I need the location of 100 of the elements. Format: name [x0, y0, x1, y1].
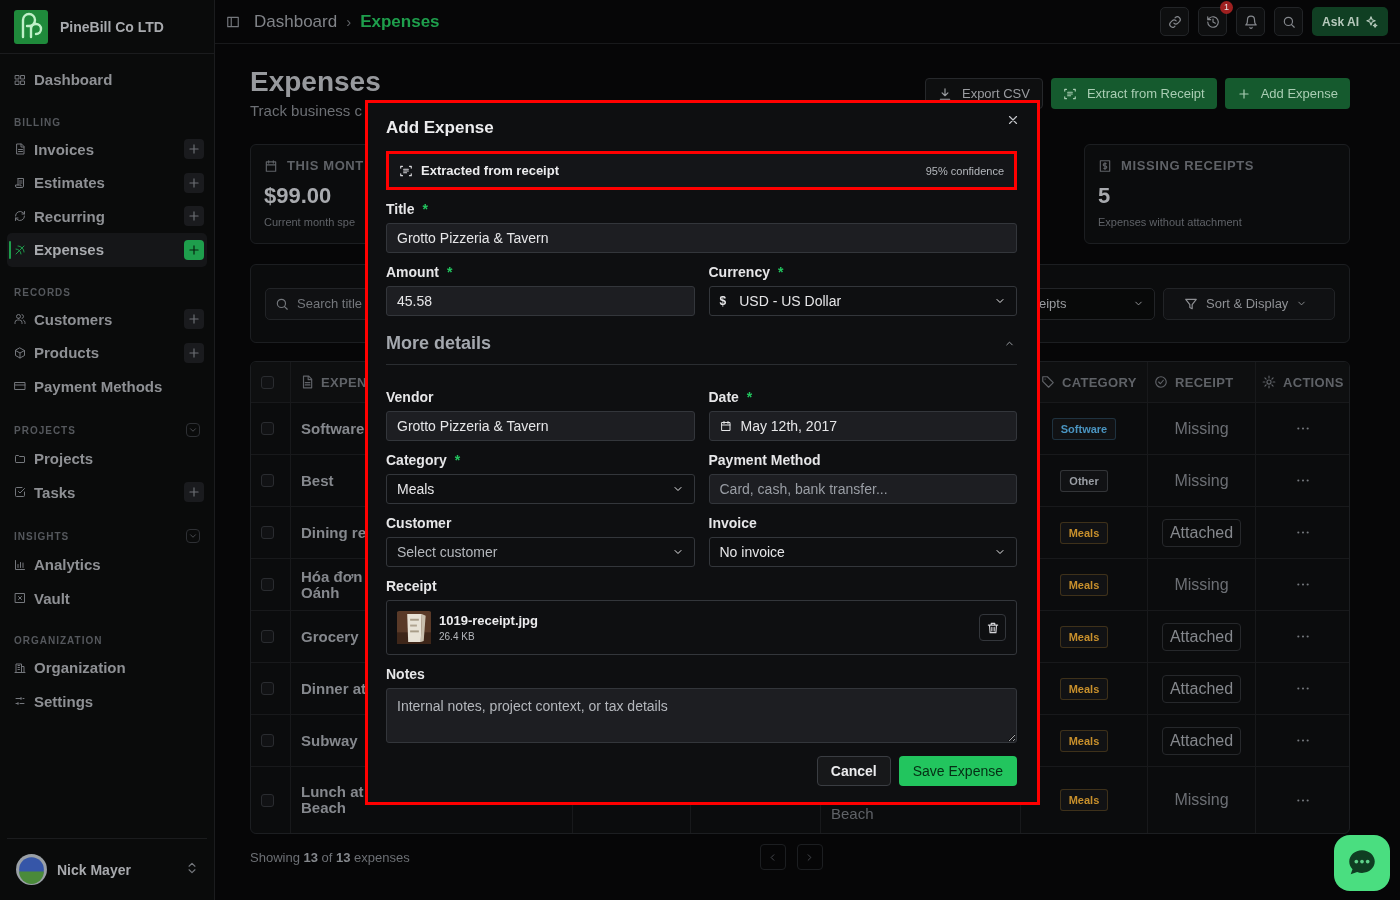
sidebar-item[interactable]: Organization: [14, 659, 126, 677]
field-label: Amount: [386, 264, 439, 280]
expense-title: Subway: [301, 732, 358, 749]
receipt-status: Attached: [1161, 518, 1242, 547]
select-field[interactable]: No invoice: [708, 537, 1017, 567]
input-field[interactable]: Card, cash, bank transfer...: [708, 474, 1017, 504]
file-name: 1019-receipt.jpg: [439, 613, 538, 628]
section-heading: RECORDS: [14, 286, 71, 298]
notes-field[interactable]: Internal notes, project context, or tax details: [386, 688, 1017, 743]
field-label: Date: [708, 389, 739, 405]
stat-note: Expenses without attachment: [1098, 216, 1242, 228]
action-button[interactable]: Extract from Receipt: [1050, 78, 1217, 109]
file-size: 26.4 KB: [439, 631, 475, 642]
page-subtitle: Track business c: [250, 102, 363, 119]
sort-display-button[interactable]: Sort & Display: [1163, 287, 1335, 320]
table-cell: Beach: [831, 805, 874, 822]
field-label: Customer: [386, 515, 452, 531]
expense-title: Software: [301, 420, 365, 437]
receipt-status: Missing: [1173, 418, 1230, 439]
page-title: Expenses: [250, 66, 381, 98]
select-field[interactable]: Meals: [386, 474, 695, 504]
cancel-button[interactable]: Cancel: [816, 756, 891, 786]
column-header: ACTIONS: [1283, 374, 1344, 390]
banner-text: Extracted from receipt: [421, 163, 560, 178]
expense-title: Best: [301, 472, 334, 489]
field-label: Currency: [708, 264, 770, 280]
company-name: PineBill Co LTD: [60, 18, 164, 35]
expense-title: Dining re: [301, 524, 366, 541]
action-button[interactable]: Add Expense: [1224, 78, 1350, 109]
column-header: EXPEN: [321, 374, 367, 390]
required-mark: *: [777, 264, 784, 280]
category-tag: Meals: [1059, 789, 1109, 811]
sidebar-item[interactable]: Estimates: [14, 174, 105, 192]
stat-label: MISSING RECEIPTS: [1121, 158, 1255, 173]
stat-label: THIS MONT: [287, 158, 364, 173]
sidebar-item[interactable]: Customers: [14, 310, 113, 328]
sidebar-item[interactable]: Dashboard: [14, 71, 113, 89]
receipt-status: Attached: [1161, 726, 1242, 755]
save-button[interactable]: Save Expense: [898, 756, 1017, 786]
stat-value: $99.00: [264, 183, 332, 209]
field-label: Payment Method: [708, 452, 821, 468]
category-tag: Meals: [1059, 729, 1109, 752]
column-header: CATEGORY: [1062, 374, 1137, 390]
user-name: Nick Mayer: [57, 861, 132, 878]
expense-title: Lunch at Beach: [301, 784, 364, 816]
required-mark: *: [454, 452, 461, 468]
notification-badge: 1: [1220, 1, 1234, 14]
receipt-status: Missing: [1173, 574, 1230, 595]
category-tag: Meals: [1059, 573, 1109, 596]
category-tag: Software: [1051, 417, 1117, 440]
sidebar-item[interactable]: Recurring: [14, 207, 105, 225]
required-mark: *: [422, 201, 428, 217]
field-label: Vendor: [386, 389, 434, 405]
required-mark: *: [746, 389, 753, 405]
results-count: Showing 13 of 13 expenses: [250, 849, 410, 865]
receipt-status: Missing: [1173, 790, 1230, 810]
section-heading: INSIGHTS: [14, 530, 70, 542]
ask-ai-button[interactable]: Ask AI: [1312, 7, 1388, 36]
breadcrumb-link[interactable]: Dashboard: [254, 11, 338, 32]
stat-value: 5: [1098, 183, 1111, 209]
expense-title: Grocery: [301, 628, 359, 645]
category-tag: Meals: [1059, 625, 1109, 648]
stat-note: Current month spe: [264, 216, 356, 228]
select-field[interactable]: $ USD - US Dollar: [708, 286, 1017, 316]
field-label: Notes: [386, 666, 425, 682]
field-label: Title: [386, 201, 415, 217]
receipt-status: Missing: [1173, 470, 1230, 491]
sidebar-item[interactable]: Vault: [14, 589, 70, 607]
expense-title: Dinner at: [301, 680, 366, 697]
field-label: Invoice: [708, 515, 757, 531]
field-label: Receipt: [386, 578, 437, 594]
sidebar-item[interactable]: Tasks: [14, 483, 76, 501]
breadcrumb-link[interactable]: Expenses: [360, 11, 440, 32]
field-label: Category: [386, 452, 447, 468]
section-heading: ORGANIZATION: [14, 635, 103, 646]
receipt-status: Attached: [1161, 674, 1242, 703]
breadcrumb-separator: ›: [346, 13, 352, 30]
sidebar-item[interactable]: Analytics: [14, 556, 101, 574]
more-details-toggle[interactable]: More details: [386, 327, 1017, 365]
expense-title: Hóa đơn Oánh: [301, 568, 363, 601]
sidebar-item[interactable]: Projects: [14, 450, 94, 468]
category-tag: Meals: [1059, 521, 1109, 544]
input-field[interactable]: 45.58: [386, 286, 695, 316]
receipt-status: Attached: [1161, 622, 1242, 651]
section-heading: BILLING: [14, 116, 61, 128]
sidebar-item[interactable]: Invoices: [14, 140, 95, 158]
input-field[interactable]: Grotto Pizzeria & Tavern: [386, 411, 695, 441]
category-tag: Meals: [1059, 677, 1109, 700]
section-heading: PROJECTS: [14, 424, 76, 436]
confidence-label: 95% confidence: [925, 164, 1004, 177]
select-field[interactable]: Select customer: [386, 537, 695, 567]
column-header: RECEIPT: [1175, 374, 1234, 390]
sidebar-item[interactable]: Settings: [14, 692, 94, 710]
category-tag: Other: [1060, 469, 1108, 492]
date-field[interactable]: May 12th, 2017: [708, 411, 1017, 441]
input-field[interactable]: Grotto Pizzeria & Tavern: [386, 223, 1017, 253]
required-mark: *: [446, 264, 453, 280]
dialog-title: Add Expense: [386, 118, 494, 138]
sidebar-item[interactable]: Payment Methods: [14, 377, 163, 395]
sidebar-item[interactable]: Products: [14, 344, 99, 362]
